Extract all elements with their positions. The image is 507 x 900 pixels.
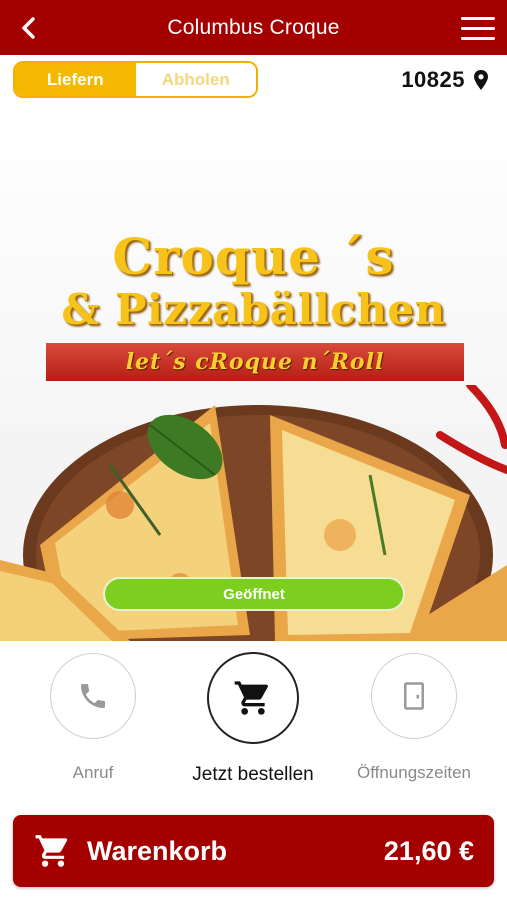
zip-code: 10825 [401,67,465,92]
logo-slogan: let´s cRoque n´Roll [125,349,385,375]
hero-banner: Croque ´s & Pizzabällchen let´s cRoque n… [0,105,507,641]
page-title: Columbus Croque [167,15,340,39]
toggle-delivery[interactable]: Liefern [15,63,136,96]
call-button[interactable] [50,653,136,739]
phone-icon [81,684,105,708]
order-mode-toggle: Liefern Abholen [13,61,258,98]
map-pin-icon [474,70,488,90]
chevron-left-icon [22,17,35,39]
hamburger-menu-icon [461,16,495,20]
quick-actions: Anruf Jetzt bestellen Öffnungszeiten [0,641,507,806]
door-icon [404,682,424,710]
opening-hours-label: Öffnungszeiten [356,763,472,782]
logo-title: Croque ´s [112,227,395,286]
opening-hours-button[interactable] [371,653,457,739]
logo-subtitle: & Pizzabällchen [61,285,446,334]
cart-button[interactable]: Warenkorb 21,60 € [13,815,494,887]
logo-slogan-banner: let´s cRoque n´Roll [46,343,464,381]
action-order-now[interactable]: Jetzt bestellen [178,652,328,786]
toggle-pickup[interactable]: Abholen [135,63,256,96]
menu-button[interactable] [461,12,497,44]
cart-icon [33,831,73,871]
order-now-button[interactable] [207,652,299,744]
back-button[interactable] [12,11,46,45]
call-label: Anruf [72,763,114,782]
cart-total: 21,60 € [383,835,474,866]
action-call[interactable]: Anruf [18,653,168,783]
cart-icon [234,681,268,715]
location-selector[interactable]: 10825 [401,67,489,93]
status-badge: Geöffnet [103,577,405,611]
order-options-bar: Liefern Abholen 10825 [0,55,507,105]
action-opening-hours[interactable]: Öffnungszeiten [339,653,489,783]
app-header: Columbus Croque [0,0,507,55]
cart-label: Warenkorb [87,835,228,866]
order-now-label: Jetzt bestellen [192,764,314,785]
